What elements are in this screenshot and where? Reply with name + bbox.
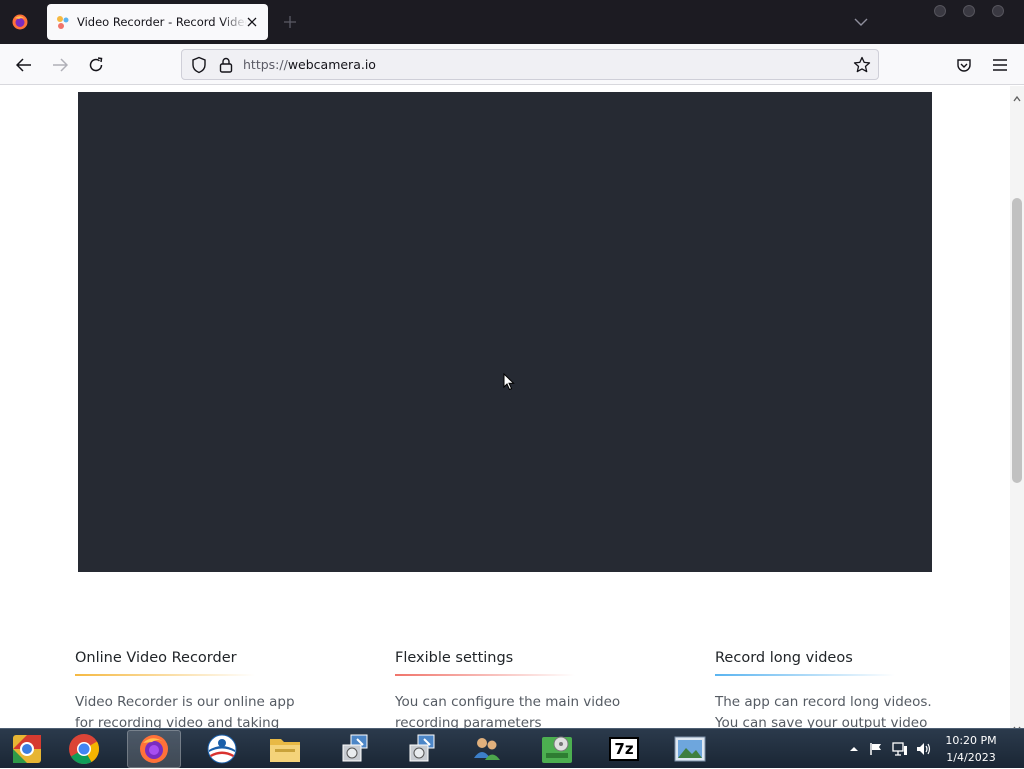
tab-strip: Video Recorder - Record Video o	[0, 0, 1024, 44]
feature-text: Video Recorder is our online app for rec…	[75, 694, 295, 728]
chromium-icon	[13, 735, 41, 763]
navigation-toolbar: https://webcamera.io	[0, 44, 1024, 85]
7zip-label: 7z	[614, 740, 634, 758]
back-icon[interactable]	[11, 52, 37, 78]
feature-underline	[395, 674, 575, 676]
mouse-cursor-icon	[503, 372, 515, 391]
taskbar-setup-2-button[interactable]	[395, 730, 449, 768]
webcamera-favicon-icon	[55, 14, 71, 30]
action-center-flag-icon[interactable]	[868, 741, 884, 757]
chrome-icon	[69, 734, 100, 765]
taskbar-image-viewer-button[interactable]	[663, 730, 717, 768]
hamburger-menu-icon[interactable]	[987, 52, 1013, 78]
close-tab-icon[interactable]	[244, 14, 260, 30]
maximize-button[interactable]	[963, 5, 975, 17]
url-text[interactable]: https://webcamera.io	[243, 57, 376, 72]
taskbar-outlook-button[interactable]	[195, 730, 249, 768]
taskbar-clock[interactable]: 10:20 PM 1/4/2023	[936, 732, 1006, 766]
chevron-down-icon[interactable]	[852, 13, 870, 31]
feature-title: Flexible settings	[395, 650, 514, 666]
vertical-scrollbar[interactable]	[1010, 86, 1024, 728]
bookmark-star-icon[interactable]	[852, 55, 872, 75]
forward-icon[interactable]	[47, 52, 73, 78]
scroll-down-arrow-icon[interactable]	[1013, 718, 1021, 728]
folder-icon	[270, 739, 300, 762]
tab-video-recorder[interactable]: Video Recorder - Record Video o	[47, 4, 268, 40]
taskbar-file-explorer-button[interactable]	[258, 730, 312, 768]
installer-icon	[342, 734, 368, 762]
address-bar[interactable]: https://webcamera.io	[181, 49, 879, 80]
close-window-button[interactable]	[992, 5, 1004, 17]
taskbar-7zip-button[interactable]: 7z	[597, 730, 651, 768]
minimize-button[interactable]	[934, 5, 946, 17]
new-tab-icon[interactable]	[280, 12, 300, 32]
network-icon[interactable]	[892, 741, 908, 757]
volume-icon[interactable]	[916, 741, 932, 757]
feature-text: The app can record long videos. You can …	[715, 694, 932, 728]
show-hidden-icons-icon[interactable]	[846, 741, 862, 757]
firefox-view-icon[interactable]	[8, 10, 32, 34]
taskbar-disk-tool-button[interactable]	[530, 730, 584, 768]
video-preview[interactable]	[78, 92, 932, 572]
scroll-up-arrow-icon[interactable]	[1013, 88, 1021, 102]
firefox-icon	[140, 735, 168, 763]
feature-underline	[75, 674, 255, 676]
clock-date: 1/4/2023	[946, 751, 996, 764]
feature-title: Record long videos	[715, 650, 853, 666]
scrollbar-thumb[interactable]	[1012, 198, 1022, 483]
tracking-protection-shield-icon[interactable]	[190, 56, 208, 74]
feature-text: You can configure the main video recordi…	[395, 694, 621, 728]
feature-record-long-videos: Record long videos The app can record lo…	[715, 648, 955, 728]
clock-time: 10:20 PM	[945, 734, 997, 747]
page-viewport: Online Video Recorder Video Recorder is …	[0, 86, 1024, 728]
installer-icon	[409, 734, 435, 762]
outlook-icon	[207, 734, 237, 764]
feature-title: Online Video Recorder	[75, 650, 237, 666]
windows-taskbar: 7z 10:20 PM 1/4/2023	[0, 728, 1024, 768]
pocket-icon[interactable]	[951, 52, 977, 78]
reload-icon[interactable]	[83, 52, 109, 78]
feature-online-video-recorder: Online Video Recorder Video Recorder is …	[75, 648, 315, 728]
lock-icon[interactable]	[218, 56, 234, 74]
taskbar-network-users-button[interactable]	[460, 730, 514, 768]
feature-underline	[715, 674, 895, 676]
system-tray: 10:20 PM 1/4/2023	[824, 729, 1024, 769]
picture-icon	[674, 736, 706, 762]
taskbar-chrome-button[interactable]	[57, 730, 111, 768]
disk-icon	[542, 736, 572, 763]
taskbar-chromium-button[interactable]	[0, 730, 54, 768]
users-icon	[474, 738, 500, 760]
7zip-icon: 7z	[609, 737, 639, 761]
taskbar-firefox-button[interactable]	[127, 730, 181, 768]
feature-flexible-settings: Flexible settings You can configure the …	[395, 648, 635, 728]
taskbar-setup-button[interactable]	[328, 730, 382, 768]
tab-title: Video Recorder - Record Video o	[77, 15, 247, 29]
